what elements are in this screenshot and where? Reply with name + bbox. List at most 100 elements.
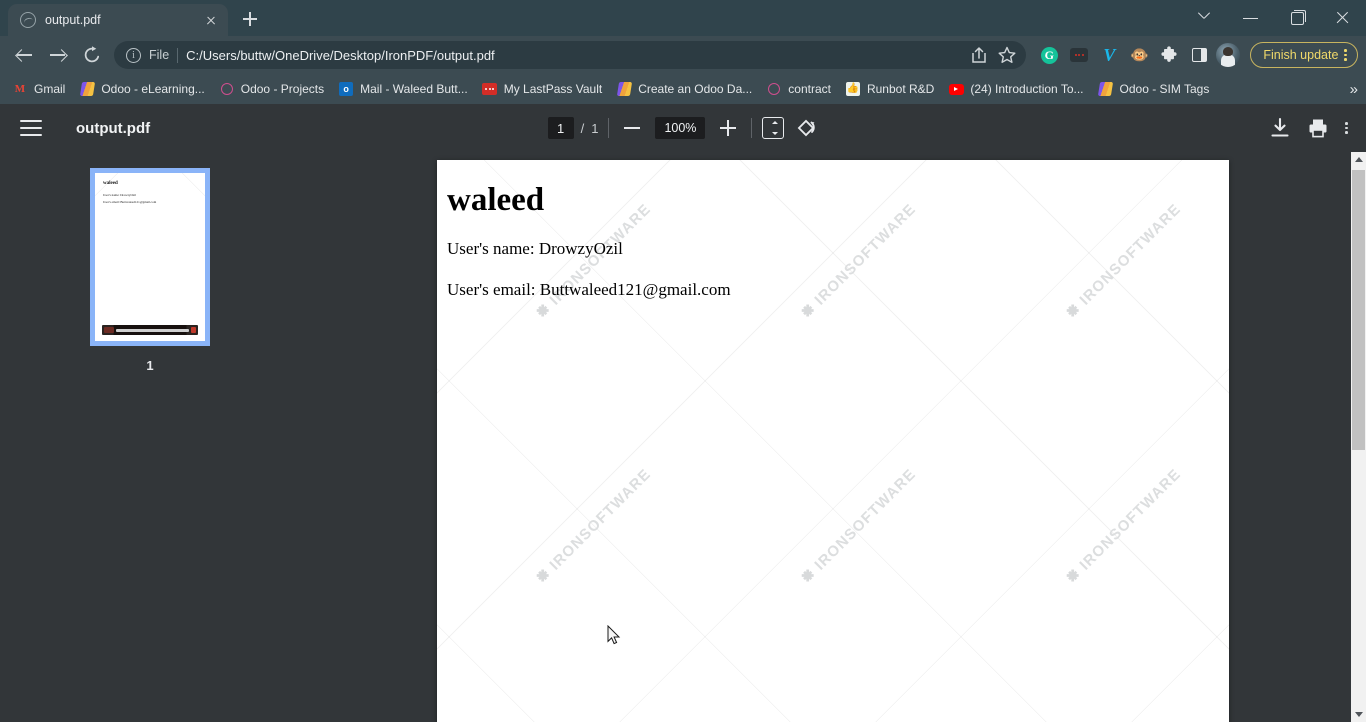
bookmark-odoo-sim-tags[interactable]: Odoo - SIM Tags: [1092, 78, 1216, 100]
thumbnail-sidebar: waleed User's name: DrowzyOzil User's em…: [0, 152, 300, 722]
bookmark-label: Create an Odoo Da...: [638, 82, 753, 96]
vertical-scrollbar[interactable]: [1351, 152, 1366, 722]
address-bar[interactable]: i File C:/Users/buttw/OneDrive/Desktop/I…: [114, 41, 1027, 69]
thumbnail-heading: waleed: [103, 181, 118, 186]
thumbnail-trial-banner: [102, 325, 198, 335]
globe-icon: [20, 12, 36, 28]
youtube-icon: [948, 81, 964, 97]
watermark-ironsoftware: IRONSOFTWARE: [798, 466, 919, 587]
bookmark-mail-waleed[interactable]: o Mail - Waleed Butt...: [332, 78, 474, 100]
grammarly-glyph: G: [1040, 46, 1058, 64]
print-icon[interactable]: [1307, 117, 1329, 139]
bookmark-lastpass-vault[interactable]: My LastPass Vault: [476, 78, 608, 100]
pdf-page-viewport[interactable]: IRONSOFTWARE IRONSOFTWARE IRONSOFTWARE IRON…: [300, 152, 1366, 722]
finish-update-button[interactable]: Finish update: [1250, 42, 1358, 68]
tab-search-button[interactable]: [1182, 0, 1228, 36]
reload-icon[interactable]: [76, 39, 108, 71]
bookmark-odoo-elearning[interactable]: Odoo - eLearning...: [73, 78, 210, 100]
new-tab-button[interactable]: [236, 5, 264, 33]
bookmarks-bar: M Gmail Odoo - eLearning... Odoo - Proje…: [0, 74, 1366, 104]
thumbnail-page-number: 1: [146, 358, 154, 373]
watermark-ironsoftware: IRONSOFTWARE: [533, 466, 654, 587]
document-heading: waleed: [447, 182, 545, 218]
fit-to-page-icon[interactable]: [762, 117, 785, 139]
browser-title-bar: output.pdf: [0, 0, 1366, 36]
bookmark-label: Runbot R&D: [866, 82, 935, 96]
info-circle-icon[interactable]: i: [126, 47, 141, 63]
hamburger-menu-icon[interactable]: [18, 117, 44, 139]
url-text[interactable]: C:/Users/buttw/OneDrive/Desktop/IronPDF/…: [186, 48, 958, 63]
pdf-toolbar: output.pdf / 1 100%: [0, 104, 1366, 152]
odoo-icon: [616, 81, 632, 97]
bookmark-label: Mail - Waleed Butt...: [360, 82, 468, 96]
lastpass-extension-icon[interactable]: [1066, 42, 1092, 68]
tab-title: output.pdf: [45, 13, 101, 27]
browser-tab[interactable]: output.pdf: [8, 4, 228, 36]
watermark-ironsoftware: IRONSOFTWARE: [1063, 466, 1184, 587]
more-vertical-icon[interactable]: [1345, 122, 1348, 134]
thumbnail-line1: User's name: DrowzyOzil: [103, 193, 136, 197]
document-user-email: User's email: Buttwaleed121@gmail.com: [447, 280, 731, 300]
honey-glyph: 🐵: [1130, 46, 1149, 64]
iron-logo-icon: [1066, 304, 1079, 317]
bookmark-gmail[interactable]: M Gmail: [6, 78, 71, 100]
bookmark-runbot[interactable]: 👍 Runbot R&D: [839, 78, 940, 100]
minimize-button[interactable]: [1228, 0, 1274, 36]
bookmark-label: Odoo - eLearning...: [101, 82, 205, 96]
extensions-puzzle-icon[interactable]: [1156, 42, 1182, 68]
back-arrow-icon[interactable]: [8, 39, 40, 71]
zoom-out-button[interactable]: [619, 115, 645, 141]
thumbnail-item[interactable]: waleed User's name: DrowzyOzil User's em…: [90, 168, 210, 373]
pdf-page-content: waleed User's name: DrowzyOzil User's em…: [437, 160, 1229, 300]
page-total: 1: [591, 120, 599, 136]
zoom-in-button[interactable]: [715, 115, 741, 141]
toolbar-divider: [608, 118, 610, 138]
bookmark-contract[interactable]: contract: [760, 78, 837, 100]
outlook-icon: o: [338, 81, 354, 97]
vimeo-icon[interactable]: V: [1096, 42, 1122, 68]
omnibox-actions: [966, 42, 1020, 68]
pdf-page: IRONSOFTWARE IRONSOFTWARE IRONSOFTWARE IRON…: [437, 160, 1229, 722]
scrollbar-thumb[interactable]: [1352, 170, 1365, 450]
iron-logo-icon: [536, 569, 549, 582]
bookmark-label: My LastPass Vault: [503, 82, 603, 96]
page-number-input[interactable]: [547, 117, 574, 139]
bookmark-youtube-intro[interactable]: (24) Introduction To...: [942, 78, 1089, 100]
thumbnail-line2: User's email: Buttwaleed121@gmail.com: [103, 200, 157, 204]
gmail-icon: M: [14, 83, 26, 95]
download-icon[interactable]: [1269, 117, 1291, 139]
forward-arrow-icon[interactable]: [42, 39, 74, 71]
window-controls: [1182, 0, 1366, 36]
document-user-name: User's name: DrowzyOzil: [447, 239, 623, 259]
rotate-counterclockwise-icon[interactable]: [794, 116, 818, 140]
page-thumbnail[interactable]: waleed User's name: DrowzyOzil User's em…: [90, 168, 210, 346]
thumbnail-canvas: waleed User's name: DrowzyOzil User's em…: [95, 173, 205, 341]
bookmark-create-odoo-db[interactable]: Create an Odoo Da...: [610, 78, 758, 100]
star-icon[interactable]: [994, 42, 1020, 68]
ring-icon: [766, 81, 782, 97]
honey-icon[interactable]: 🐵: [1126, 42, 1152, 68]
share-icon[interactable]: [966, 42, 992, 68]
more-vertical-icon[interactable]: [1344, 49, 1347, 61]
pdf-viewer: output.pdf / 1 100%: [0, 104, 1366, 722]
extensions-row: G V 🐵 Finish update: [1028, 42, 1358, 68]
pdf-toolbar-right: [1269, 117, 1348, 139]
close-window-button[interactable]: [1320, 0, 1366, 36]
side-panel-icon[interactable]: [1186, 42, 1212, 68]
close-icon[interactable]: [202, 11, 220, 29]
page-separator: /: [580, 120, 585, 136]
bookmark-label: (24) Introduction To...: [970, 82, 1084, 96]
avatar[interactable]: [1216, 43, 1241, 67]
bookmark-odoo-projects[interactable]: Odoo - Projects: [213, 78, 330, 100]
pdf-body: waleed User's name: DrowzyOzil User's em…: [0, 152, 1366, 722]
bookmarks-overflow-button[interactable]: »: [1350, 81, 1358, 98]
lastpass-icon: [482, 81, 498, 97]
scroll-up-arrow[interactable]: [1351, 152, 1366, 167]
grammarly-icon[interactable]: G: [1036, 42, 1062, 68]
url-scheme-label: File: [149, 48, 170, 62]
scroll-down-arrow[interactable]: [1351, 707, 1366, 722]
restore-button[interactable]: [1274, 0, 1320, 36]
zoom-level[interactable]: 100%: [655, 117, 706, 139]
iron-logo-icon: [801, 304, 814, 317]
bookmark-label: Odoo - Projects: [240, 82, 325, 96]
